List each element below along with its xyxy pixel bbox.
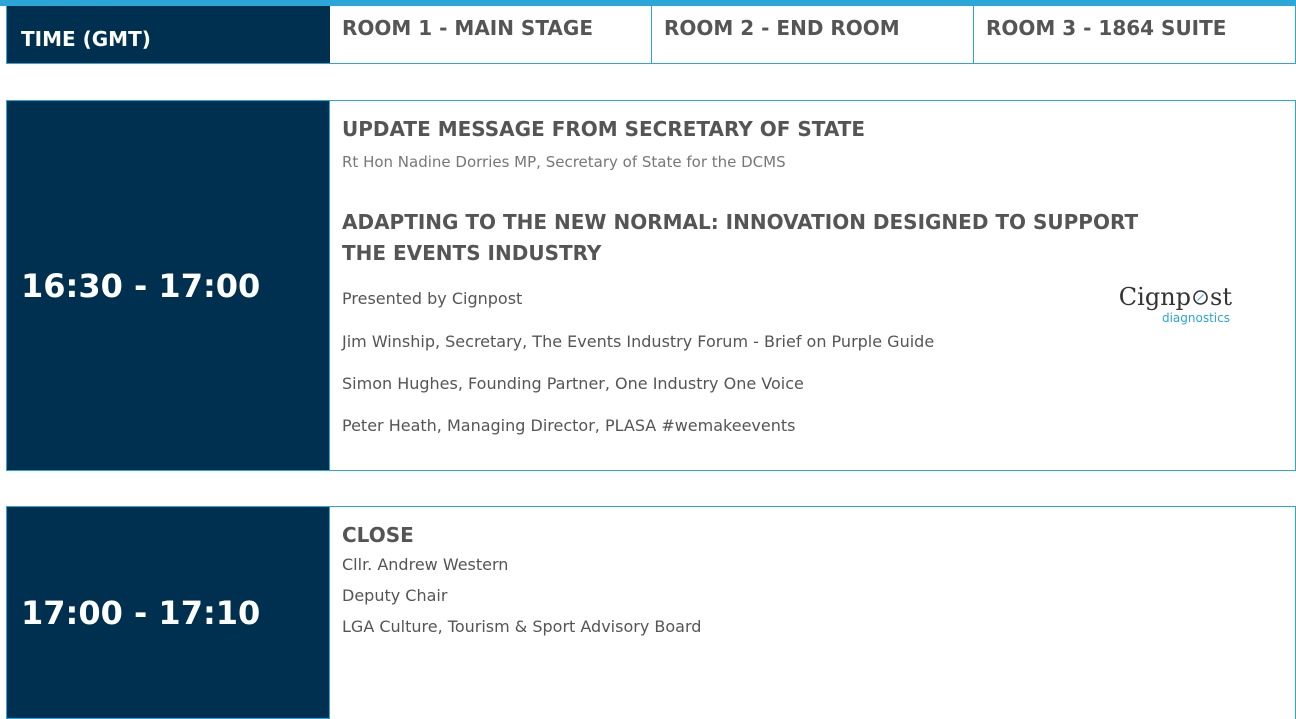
session-2-content: CLOSE Cllr. Andrew Western Deputy Chair … xyxy=(330,506,1296,719)
session-1-time: 16:30 - 17:00 xyxy=(21,266,261,305)
cignpost-logo-wordmark-end: st xyxy=(1210,283,1232,311)
cignpost-logo-wordmark: Cignp st xyxy=(1119,283,1232,311)
room-2-header: ROOM 2 - END ROOM xyxy=(652,6,974,64)
session-1-content: UPDATE MESSAGE FROM SECRETARY OF STATE R… xyxy=(330,100,1296,471)
room-2-header-label: ROOM 2 - END ROOM xyxy=(664,16,900,40)
session-1-speaker-2: Simon Hughes, Founding Partner, One Indu… xyxy=(342,374,804,393)
session-2-line-2: Deputy Chair xyxy=(342,586,448,605)
session-1-presented-by: Presented by Cignpost xyxy=(342,289,523,308)
session-1-item-1-title: UPDATE MESSAGE FROM SECRETARY OF STATE xyxy=(342,117,866,141)
session-2-line-1: Cllr. Andrew Western xyxy=(342,555,509,574)
session-2-title: CLOSE xyxy=(342,523,414,547)
session-1-item-1-subtitle: Rt Hon Nadine Dorries MP, Secretary of S… xyxy=(342,153,786,171)
room-3-header: ROOM 3 - 1864 SUITE xyxy=(974,6,1296,64)
session-2-line-3: LGA Culture, Tourism & Sport Advisory Bo… xyxy=(342,617,702,636)
room-1-header: ROOM 1 - MAIN STAGE xyxy=(330,6,652,64)
room-3-header-label: ROOM 3 - 1864 SUITE xyxy=(986,16,1227,40)
session-1-time-block: 16:30 - 17:00 xyxy=(6,100,330,471)
time-column-header: TIME (GMT) xyxy=(6,6,330,64)
session-1-item-2-title-line-2: THE EVENTS INDUSTRY xyxy=(342,241,602,265)
compass-icon xyxy=(1193,290,1208,305)
cignpost-logo-tagline: diagnostics xyxy=(1161,311,1230,325)
session-2-time: 17:00 - 17:10 xyxy=(21,593,261,632)
session-1-speaker-3: Peter Heath, Managing Director, PLASA #w… xyxy=(342,416,796,435)
session-1-item-2-title-line-1: ADAPTING TO THE NEW NORMAL: INNOVATION D… xyxy=(342,210,1139,234)
room-1-header-label: ROOM 1 - MAIN STAGE xyxy=(342,16,593,40)
session-1-speaker-1: Jim Winship, Secretary, The Events Indus… xyxy=(342,332,935,351)
cignpost-logo: Cignp st diagnostics xyxy=(1100,281,1270,331)
cignpost-logo-wordmark-start: Cignp xyxy=(1118,283,1192,311)
session-2-time-block: 17:00 - 17:10 xyxy=(6,506,330,719)
time-column-header-label: TIME (GMT) xyxy=(21,27,151,51)
